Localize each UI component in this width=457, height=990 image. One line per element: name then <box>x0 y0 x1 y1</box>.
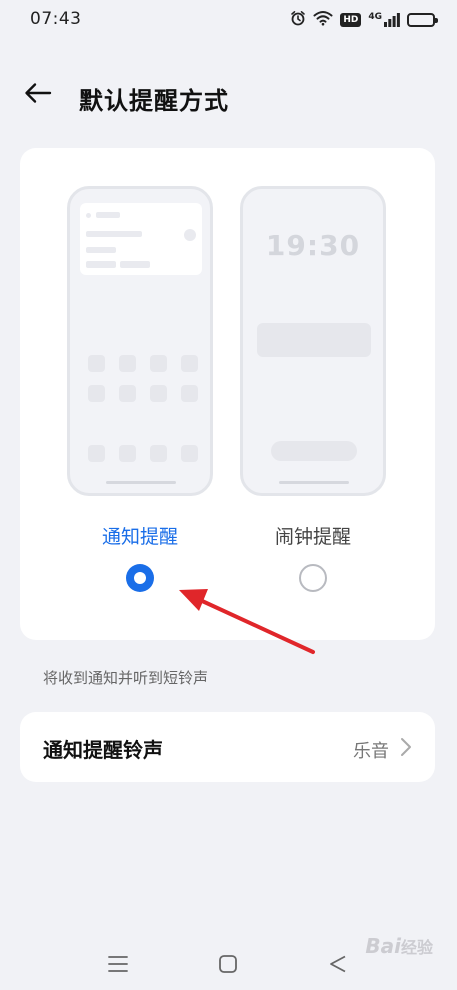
lock-screen-pill <box>271 441 357 461</box>
lock-screen-time: 19:30 <box>265 229 361 262</box>
app-icon-grid <box>88 355 198 402</box>
notification-mode-label[interactable]: 通知提醒 <box>70 522 210 549</box>
home-square-icon <box>218 954 238 978</box>
nav-home-button[interactable] <box>214 952 242 980</box>
watermark-text: Bai <box>365 934 401 958</box>
notification-preview-card <box>80 203 202 275</box>
notification-ringtone-row[interactable]: 通知提醒铃声 乐音 <box>20 712 435 782</box>
alarm-preview-phone[interactable]: 19:30 <box>240 186 386 496</box>
notification-preview-phone[interactable] <box>67 186 213 496</box>
watermark-sub: 经验 <box>400 938 433 957</box>
status-icons: HD 4G <box>290 10 438 30</box>
ringtone-value: 乐音 <box>353 741 389 762</box>
reminder-mode-card: 19:30 通知提醒 闹钟提醒 <box>20 148 435 640</box>
signal-icon: 4G <box>368 13 400 27</box>
back-triangle-icon <box>328 954 348 978</box>
wifi-icon <box>313 10 333 30</box>
arrow-left-icon <box>24 82 52 108</box>
menu-icon <box>108 955 128 977</box>
status-time: 07:43 <box>30 9 82 29</box>
nav-back-button[interactable] <box>324 952 352 980</box>
back-button[interactable] <box>22 80 54 110</box>
battery-icon <box>407 13 438 27</box>
nav-menu-button[interactable] <box>104 952 132 980</box>
hd-icon: HD <box>340 13 362 27</box>
alarm-mode-label[interactable]: 闹钟提醒 <box>243 522 383 549</box>
network-label: 4G <box>368 12 382 22</box>
lock-screen-card <box>257 323 371 357</box>
app-dock-row <box>88 445 198 462</box>
page-title: 默认提醒方式 <box>79 87 229 115</box>
helper-text: 将收到通知并听到短铃声 <box>43 669 209 687</box>
status-bar: 07:43 HD 4G <box>0 0 457 40</box>
ringtone-title: 通知提醒铃声 <box>43 738 163 762</box>
notification-mode-radio[interactable] <box>126 564 154 592</box>
home-indicator <box>279 481 349 484</box>
header: 默认提醒方式 <box>0 70 457 120</box>
home-indicator <box>106 481 176 484</box>
alarm-icon <box>290 10 306 30</box>
chevron-right-icon <box>397 737 415 757</box>
alarm-mode-radio[interactable] <box>299 564 327 592</box>
watermark: Bai经验 <box>365 934 433 958</box>
